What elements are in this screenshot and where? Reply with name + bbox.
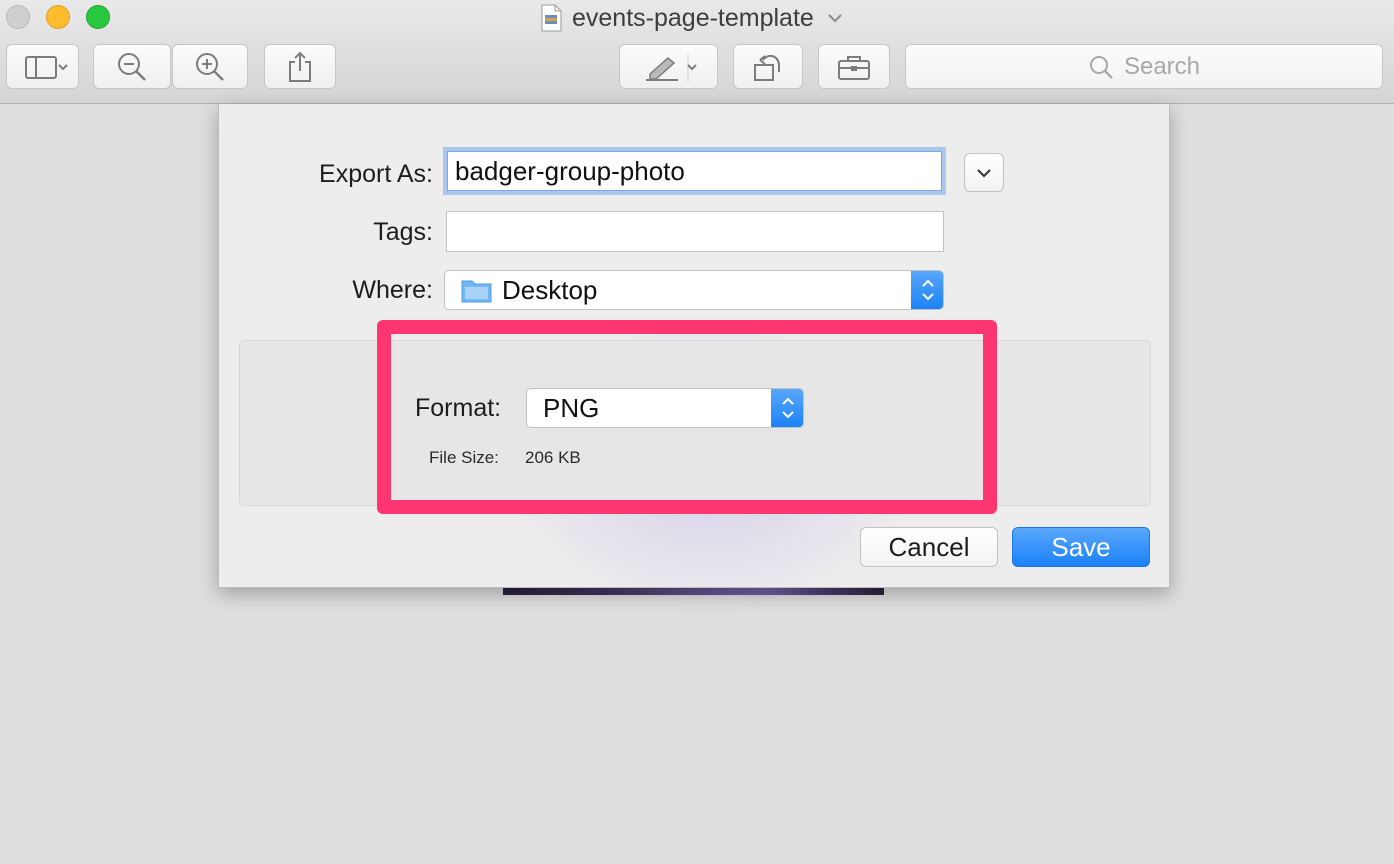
pen-icon bbox=[645, 53, 697, 82]
tags-field[interactable] bbox=[446, 211, 944, 252]
file-size-value: 206 KB bbox=[525, 448, 581, 467]
folder-icon bbox=[461, 280, 492, 303]
where-label: Where: bbox=[352, 276, 433, 304]
tags-label: Tags: bbox=[373, 218, 433, 246]
minimize-window-button[interactable] bbox=[46, 5, 70, 29]
zoom-out-icon bbox=[118, 52, 146, 81]
toolbox-icon bbox=[838, 55, 870, 80]
zoom-window-button[interactable] bbox=[86, 5, 110, 29]
rotate-icon bbox=[754, 54, 780, 81]
document-icon bbox=[541, 4, 562, 32]
chevron-down-icon[interactable] bbox=[826, 11, 844, 25]
sidebar-toggle-button[interactable] bbox=[6, 44, 79, 89]
format-label: Format: bbox=[415, 394, 502, 422]
sidebar-icon bbox=[24, 55, 68, 79]
zoom-out-button[interactable] bbox=[93, 44, 171, 89]
export-sheet: Export As: badger-group-photo Tags: Wher… bbox=[218, 104, 1170, 614]
rotate-button[interactable] bbox=[733, 44, 803, 89]
export-as-field[interactable]: badger-group-photo bbox=[447, 151, 942, 191]
up-down-chevron-icon bbox=[921, 279, 934, 301]
format-value: PNG bbox=[543, 392, 600, 423]
export-as-value: badger-group-photo bbox=[455, 155, 685, 186]
toolbox-button[interactable] bbox=[818, 44, 890, 89]
format-popup[interactable]: PNG bbox=[526, 388, 804, 428]
file-size-label: File Size: bbox=[429, 448, 499, 467]
expand-dialog-button[interactable] bbox=[964, 153, 1004, 192]
where-stepper bbox=[911, 271, 943, 309]
where-value: Desktop bbox=[502, 274, 598, 305]
search-placeholder: Search bbox=[1123, 52, 1201, 80]
cancel-button[interactable]: Cancel bbox=[860, 527, 998, 567]
zoom-in-icon bbox=[196, 52, 224, 81]
export-as-label: Export As: bbox=[319, 160, 433, 188]
where-popup[interactable]: Desktop bbox=[444, 270, 944, 310]
window-toolbar: events-page-template Search bbox=[0, 0, 1394, 104]
up-down-chevron-icon bbox=[781, 397, 794, 419]
save-button[interactable]: Save bbox=[1012, 527, 1150, 567]
format-stepper bbox=[771, 389, 803, 427]
close-window-button[interactable] bbox=[6, 5, 30, 29]
window-title-text: events-page-template bbox=[572, 3, 814, 32]
share-button[interactable] bbox=[264, 44, 336, 89]
chevron-down-icon bbox=[977, 168, 991, 177]
share-icon bbox=[289, 51, 311, 82]
zoom-in-button[interactable] bbox=[172, 44, 248, 89]
window-title[interactable]: events-page-template bbox=[540, 2, 844, 34]
search-icon bbox=[1089, 55, 1113, 79]
search-field[interactable]: Search bbox=[905, 44, 1383, 89]
markup-button[interactable] bbox=[619, 44, 718, 89]
